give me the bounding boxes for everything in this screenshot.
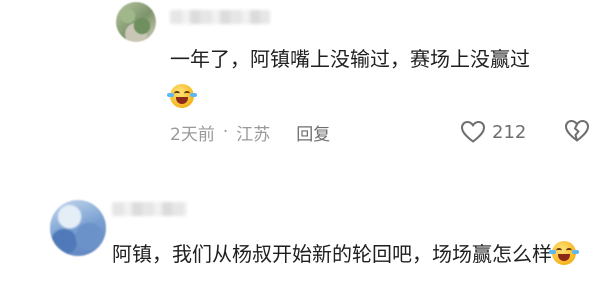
avatar[interactable]: [50, 200, 106, 256]
username-blurred[interactable]: [170, 10, 270, 24]
comment-text-body: 一年了，阿镇嘴上没输过，赛场上没赢过: [170, 47, 530, 71]
comment-location: 江苏: [236, 124, 271, 145]
comment-meta: 2天前 · 江苏 回复: [170, 120, 590, 145]
comment-time: 2天前: [170, 124, 215, 145]
comment-text: 一年了，阿镇嘴上没输过，赛场上没赢过: [170, 43, 590, 75]
like-button[interactable]: 212: [460, 118, 526, 146]
reply-button[interactable]: 回复: [296, 120, 330, 145]
avatar[interactable]: [116, 2, 156, 42]
heart-icon: [460, 120, 486, 143]
meta-separator: ·: [222, 122, 229, 142]
laugh-cry-emoji: [167, 84, 197, 108]
comment-text: 阿镇，我们从杨叔开始新的轮回吧，场场赢怎么样: [112, 238, 592, 270]
username-blurred[interactable]: [112, 202, 187, 216]
comment-text-body: 阿镇，我们从杨叔开始新的轮回吧，场场赢怎么样: [112, 242, 552, 266]
dislike-icon[interactable]: [564, 119, 590, 143]
laugh-cry-emoji: [549, 241, 579, 265]
like-count: 212: [492, 121, 527, 143]
comment-thread: 一年了，阿镇嘴上没输过，赛场上没赢过 2天前 · 江苏 回复 212 阿镇，我们…: [0, 0, 600, 300]
